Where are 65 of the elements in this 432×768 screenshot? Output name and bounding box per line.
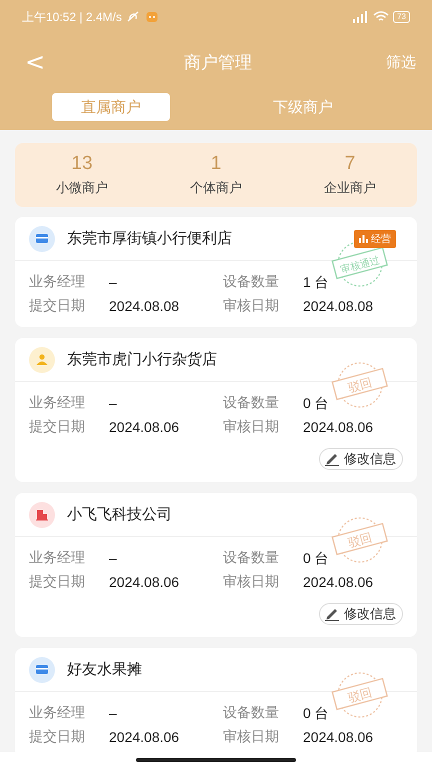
home-indicator[interactable] (136, 758, 296, 762)
edit-info-button[interactable]: 修改信息 (319, 603, 403, 625)
tab[interactable]: 直属商户 (52, 93, 170, 121)
shop-icon (35, 662, 49, 676)
person-icon (35, 352, 49, 366)
filter-button[interactable]: 筛选 (386, 52, 416, 72)
merchant-count: 13 (71, 153, 93, 175)
pencil-icon (324, 607, 340, 621)
stamp: 驳回 (331, 515, 389, 565)
field-label: 业务经理 (29, 394, 86, 412)
back-button[interactable]: < (20, 48, 50, 76)
stamp: 驳回 (331, 670, 389, 720)
merchant-name: 好友水果摊 (67, 660, 143, 679)
field-label: 设备数量 (223, 273, 280, 291)
field-value: 2024.08.08 (109, 297, 180, 315)
field-label: 提交日期 (29, 573, 86, 591)
field-value: – (109, 394, 118, 412)
field-value: 0 台 (303, 394, 330, 412)
field-label: 审核日期 (223, 418, 280, 436)
field-value: 0 台 (303, 549, 330, 567)
merchant-name: 东莞市虎门小行杂货店 (67, 350, 218, 369)
pencil-icon (324, 452, 340, 466)
field-label: 提交日期 (29, 418, 86, 436)
field-label: 提交日期 (29, 728, 86, 746)
merchant-name: 小飞飞科技公司 (67, 505, 173, 524)
shop-icon (35, 232, 49, 246)
count-label: 个体商户 (190, 180, 242, 197)
field-value: 1 台 (303, 273, 330, 291)
count-label: 企业商户 (324, 180, 376, 197)
merchant-name: 东莞市厚街镇小行便利店 (67, 229, 233, 248)
field-label: 设备数量 (223, 394, 280, 412)
field-label: 审核日期 (223, 728, 280, 746)
battery-level: 73 (393, 11, 410, 23)
field-label: 业务经理 (29, 704, 86, 722)
status-time: 上午10:52 | 2.4M/s (22, 8, 122, 26)
field-value: 2024.08.06 (303, 418, 374, 436)
count-label: 小微商户 (56, 180, 108, 197)
field-value: – (109, 273, 118, 291)
status-badge: 经营 (354, 230, 396, 248)
field-label: 设备数量 (223, 549, 280, 567)
app-notification-icon (146, 11, 158, 23)
building-icon (35, 508, 49, 522)
field-value: – (109, 704, 118, 722)
field-value: 2024.08.06 (303, 573, 374, 591)
field-value: 2024.08.06 (109, 728, 180, 746)
field-value: 2024.08.06 (109, 418, 180, 436)
field-value: 2024.08.08 (303, 297, 374, 315)
field-value: 2024.08.06 (303, 728, 374, 746)
wifi-icon (373, 11, 390, 23)
stamp: 驳回 (331, 360, 389, 410)
merchant-count: 7 (344, 153, 356, 175)
merchant-count: 1 (210, 153, 222, 175)
field-value: 2024.08.06 (109, 573, 180, 591)
field-label: 审核日期 (223, 297, 280, 315)
field-label: 业务经理 (29, 549, 86, 567)
field-label: 提交日期 (29, 297, 86, 315)
field-value: 0 台 (303, 704, 330, 722)
page-title: 商户管理 (183, 52, 253, 74)
field-label: 业务经理 (29, 273, 86, 291)
mute-icon (126, 11, 140, 23)
field-label: 设备数量 (223, 704, 280, 722)
edit-info-button[interactable]: 修改信息 (319, 448, 403, 470)
field-value: – (109, 549, 118, 567)
tab[interactable]: 下级商户 (228, 93, 378, 121)
field-label: 审核日期 (223, 573, 280, 591)
